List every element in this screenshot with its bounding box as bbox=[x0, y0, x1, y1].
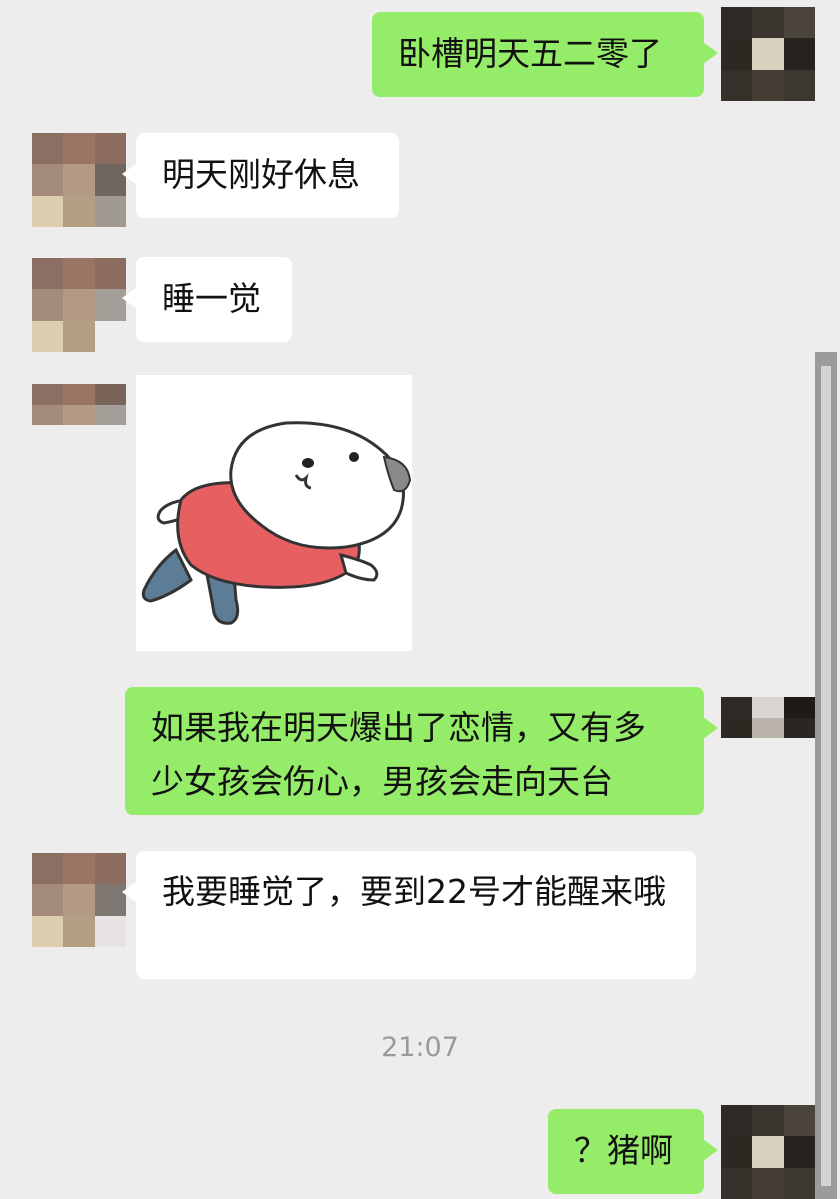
message-bubble-received[interactable]: 明天刚好休息 bbox=[122, 133, 399, 218]
contact-avatar[interactable] bbox=[32, 384, 126, 446]
message-bubble-sent[interactable]: ？猪啊 bbox=[548, 1109, 718, 1194]
message-bubble-sent[interactable]: 卧槽明天五二零了 bbox=[372, 12, 718, 97]
message-text: ？猪啊 bbox=[574, 1131, 673, 1170]
scrollbar-thumb[interactable] bbox=[821, 366, 831, 1186]
message-text: 如果我在明天爆出了恋情，又有多少女孩会伤心，男孩会走向天台 bbox=[151, 708, 646, 801]
message-text: 明天刚好休息 bbox=[162, 155, 360, 194]
contact-avatar[interactable] bbox=[32, 258, 126, 352]
message-bubble-received[interactable]: 我要睡觉了，要到22号才能醒来哦 bbox=[122, 851, 696, 979]
message-bubble-received[interactable]: 睡一觉 bbox=[122, 257, 292, 342]
contact-avatar[interactable] bbox=[32, 853, 126, 947]
message-timestamp: 21:07 bbox=[381, 1032, 459, 1063]
message-text: 睡一觉 bbox=[162, 279, 261, 318]
sleeping-cartoon-sticker-icon[interactable] bbox=[136, 375, 412, 651]
scrollbar[interactable] bbox=[815, 352, 837, 1199]
message-bubble-sent[interactable]: 如果我在明天爆出了恋情，又有多少女孩会伤心，男孩会走向天台 bbox=[125, 687, 718, 815]
message-text: 我要睡觉了，要到22号才能醒来哦 bbox=[162, 872, 666, 911]
my-avatar[interactable] bbox=[721, 7, 815, 101]
chat-window: 卧槽明天五二零了 明天刚好休息 睡一觉 如果我在明天爆出了恋情，又有多少女孩会伤… bbox=[0, 0, 840, 1199]
my-avatar[interactable] bbox=[721, 697, 815, 759]
contact-avatar[interactable] bbox=[32, 133, 126, 227]
message-text: 卧槽明天五二零了 bbox=[398, 34, 662, 73]
my-avatar[interactable] bbox=[721, 1105, 815, 1199]
